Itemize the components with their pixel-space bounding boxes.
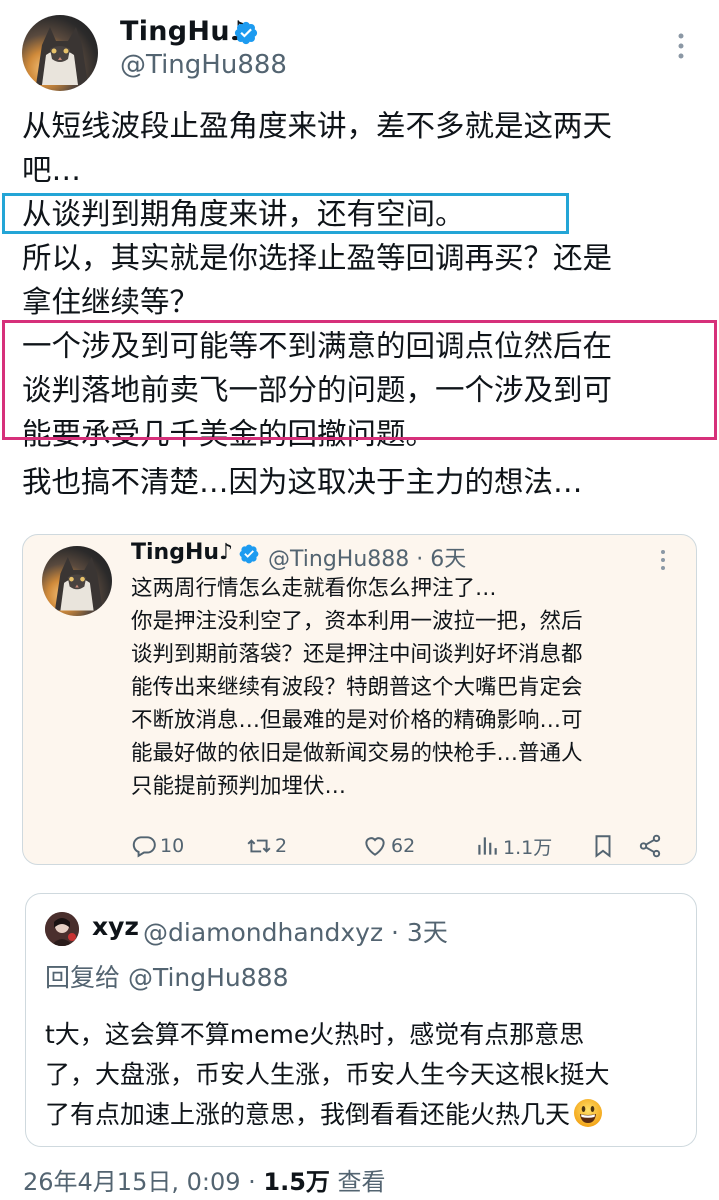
more-options-icon[interactable] [666, 26, 696, 66]
reply-text-line: 了，大盘涨，币安人生涨，币安人生今天这根k挺大 [45, 1060, 610, 1089]
reply-icon [132, 836, 156, 858]
bookmark-button[interactable] [590, 831, 619, 861]
reply-handle-time[interactable]: @diamondhandxyz · 3天 [143, 913, 448, 949]
reply-to-line: 回复给 @TingHu888 [45, 958, 289, 994]
tweet-text-line: 吧… [22, 153, 82, 187]
reply-count: 10 [160, 835, 185, 857]
author-avatar[interactable] [22, 15, 98, 91]
grinning-face-emoji-icon [573, 1098, 603, 1128]
analytics-icon [478, 837, 497, 855]
views-label: 查看 [329, 1168, 386, 1196]
reply-text-line: 了有点加速上涨的意思，我倒看看还能火热几天 [45, 1095, 603, 1135]
reply-to-prefix: 回复给 [45, 963, 121, 992]
author-handle[interactable]: @TingHu888 [120, 50, 287, 80]
share-icon [639, 834, 661, 858]
quoted-text-line: 能最好做的依旧是做新闻交易的快枪手…普通人 [131, 741, 583, 766]
views-count: 1.1万 [503, 836, 553, 859]
verified-badge-icon [238, 543, 260, 565]
retweet-button[interactable]: 2 [246, 831, 287, 861]
tweet-text-line: 从短线波段止盈角度来讲，差不多就是这两天 [22, 109, 613, 143]
retweet-count: 2 [275, 835, 288, 857]
tweet-text-line: 所以，其实就是你选择止盈等回调再买？还是 [22, 241, 613, 275]
timestamp[interactable]: 26年4月15日, 0:09 · [23, 1168, 263, 1196]
verified-badge-icon [233, 20, 259, 46]
tweet-text-line: 我也搞不清楚…因为这取决于主力的想法… [22, 465, 583, 499]
view-count: 1.5万 [263, 1168, 330, 1196]
retweet-icon [247, 839, 271, 853]
more-options-icon[interactable] [652, 546, 674, 576]
tweet-text-line: 拿住继续等？ [22, 285, 200, 319]
quoted-text-line: 不断放消息…但最难的是对价格的精确影响…可 [131, 708, 583, 733]
quoted-text-line: 只能提前预判加埋伏… [131, 774, 347, 799]
quoted-text-line: 这两周行情怎么走就看你怎么押注了… [131, 576, 497, 601]
views-button[interactable]: 1.1万 [474, 831, 552, 861]
like-count: 62 [391, 835, 416, 857]
author-display-name[interactable]: TingHu♪ [120, 16, 247, 47]
reply-display-name[interactable]: xyz [92, 912, 139, 941]
reply-author-avatar[interactable] [45, 912, 79, 946]
heart-icon [365, 837, 385, 856]
quoted-display-name[interactable]: TingHu♪ [131, 540, 233, 565]
quoted-text-line: 能传出来继续有波段？特朗普这个大嘴巴肯定会 [131, 675, 583, 700]
like-button[interactable]: 62 [362, 831, 415, 861]
share-button[interactable] [637, 831, 666, 861]
bookmark-icon [595, 835, 611, 858]
highlight-box-pink [2, 320, 717, 440]
quoted-author-avatar[interactable] [42, 546, 112, 616]
tweet-meta-footer: 26年4月15日, 0:09 · 1.5万 查看 [23, 1162, 386, 1197]
reply-to-mention[interactable]: @TingHu888 [128, 963, 289, 992]
reply-text-last: 了有点加速上涨的意思，我倒看看还能火热几天 [45, 1100, 571, 1129]
quoted-text-line: 你是押注没利空了，资本利用一波拉一把，然后 [131, 609, 583, 634]
reply-text-line: t大，这会算不算meme火热时，感觉有点那意思 [45, 1020, 585, 1049]
quoted-handle-time[interactable]: @TingHu888 · 6天 [268, 541, 466, 573]
reply-button[interactable]: 10 [131, 831, 184, 861]
quoted-text-line: 谈判到期前落袋？还是押注中间谈判好坏消息都 [131, 642, 583, 667]
highlight-box-blue [2, 193, 569, 234]
